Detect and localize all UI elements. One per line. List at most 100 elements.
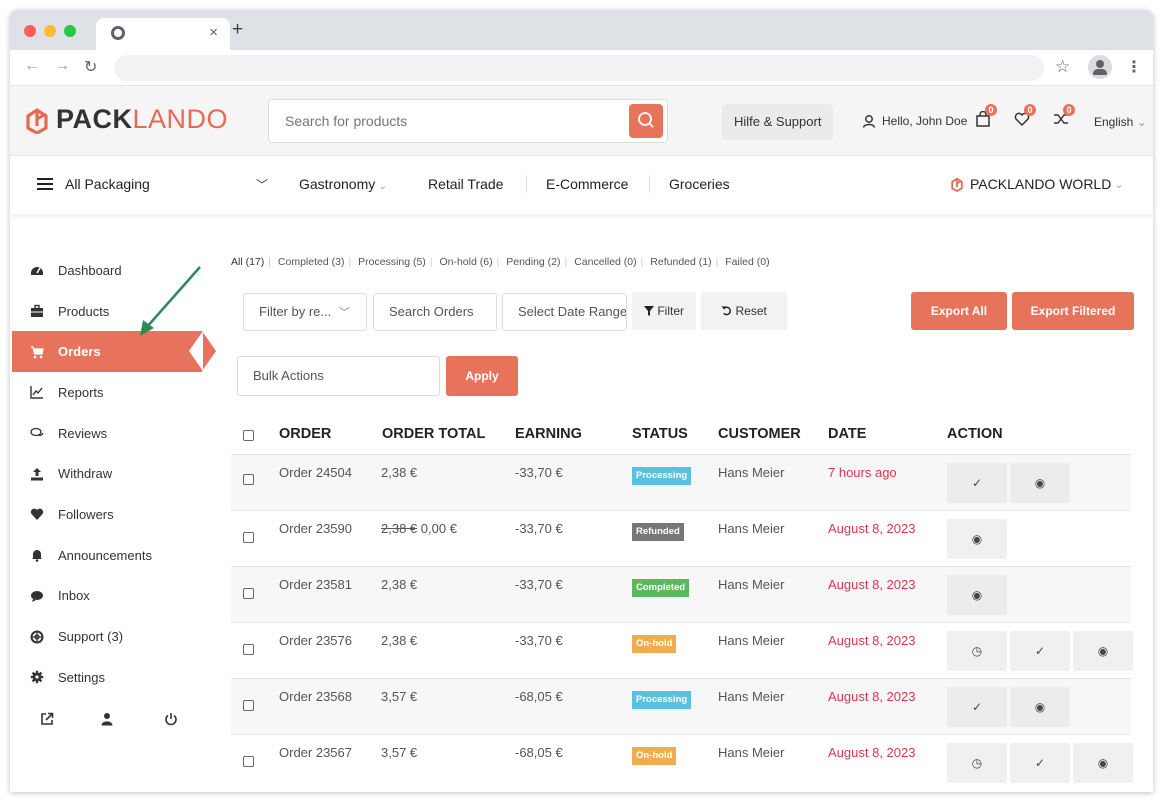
filter-tab-refunded[interactable]: Refunded (1) xyxy=(650,256,711,268)
bookmark-star-icon[interactable]: ☆ xyxy=(1055,57,1070,77)
browser-tab[interactable]: × xyxy=(96,18,230,50)
packlando-world-menu[interactable]: PACKLANDO WORLD ⌄ xyxy=(950,176,1124,192)
check-icon: ✓ xyxy=(971,700,983,714)
user-icon[interactable] xyxy=(100,712,114,730)
filter-tab-all[interactable]: All (17) xyxy=(231,256,264,268)
back-arrow-icon[interactable]: ← xyxy=(24,57,40,75)
column-header-status[interactable]: STATUS xyxy=(632,426,688,442)
hamburger-icon xyxy=(37,178,53,190)
column-header-order[interactable]: ORDER xyxy=(279,426,331,442)
close-window-button[interactable] xyxy=(24,25,36,37)
order-link[interactable]: Order 23590 xyxy=(279,521,352,536)
sidebar-item-withdraw[interactable]: Withdraw xyxy=(12,453,202,494)
row-checkbox[interactable] xyxy=(243,474,254,485)
language-selector[interactable]: English ⌄ xyxy=(1094,115,1147,129)
column-header-earning[interactable]: EARNING xyxy=(515,426,582,442)
nav-item-gastronomy[interactable]: Gastronomy ⌄ xyxy=(299,176,388,192)
profile-icon[interactable] xyxy=(1088,55,1112,79)
order-link[interactable]: Order 23576 xyxy=(279,633,352,648)
reload-icon[interactable]: ↻ xyxy=(84,57,97,77)
order-link[interactable]: Order 24504 xyxy=(279,465,352,480)
sidebar-item-label: Reports xyxy=(58,384,104,400)
processing-order-button[interactable]: ◷ xyxy=(947,743,1007,783)
order-link[interactable]: Order 23567 xyxy=(279,745,352,760)
row-checkbox[interactable] xyxy=(243,644,254,655)
maximize-window-button[interactable] xyxy=(64,25,76,37)
sidebar-item-inbox[interactable]: Inbox xyxy=(12,576,202,617)
earning: -33,70 € xyxy=(515,577,563,592)
clock-icon: ◷ xyxy=(971,644,983,658)
filter-button[interactable]: Filter xyxy=(632,292,696,330)
filter-tab-pending[interactable]: Pending (2) xyxy=(506,256,560,268)
date-range-input[interactable]: Select Date Range xyxy=(502,293,627,331)
column-header-order-total[interactable]: ORDER TOTAL xyxy=(382,426,485,442)
compare-button[interactable]: 0 xyxy=(1053,104,1075,130)
column-header-customer[interactable]: CUSTOMER xyxy=(718,426,801,442)
filter-tab-cancelled[interactable]: Cancelled (0) xyxy=(574,256,636,268)
complete-order-button[interactable]: ✓ xyxy=(947,463,1007,503)
sidebar-item-label: Announcements xyxy=(58,547,152,563)
sidebar-item-reviews[interactable]: Reviews xyxy=(12,413,202,454)
column-header-date[interactable]: DATE xyxy=(828,426,866,442)
row-checkbox[interactable] xyxy=(243,588,254,599)
forward-arrow-icon[interactable]: → xyxy=(54,57,70,75)
browser-menu-icon[interactable]: ⋮ xyxy=(1126,57,1142,77)
external-link-icon[interactable] xyxy=(40,712,54,730)
view-order-button[interactable]: ◉ xyxy=(1010,687,1070,727)
complete-order-button[interactable]: ✓ xyxy=(1010,743,1070,783)
sidebar-item-support[interactable]: Support (3) xyxy=(12,616,202,657)
filter-by-select[interactable]: Filter by re... ﹀ xyxy=(243,293,367,331)
row-checkbox[interactable] xyxy=(243,756,254,767)
cart-button[interactable]: 0 xyxy=(975,104,997,130)
wishlist-button[interactable]: 0 xyxy=(1014,104,1036,130)
complete-order-button[interactable]: ✓ xyxy=(947,687,1007,727)
sidebar-item-announcements[interactable]: Announcements xyxy=(12,535,202,576)
nav-item-groceries[interactable]: Groceries xyxy=(669,176,730,192)
chevron-down-icon: ﹀ xyxy=(338,307,350,319)
help-support-button[interactable]: Hilfe & Support xyxy=(722,104,834,140)
row-checkbox[interactable] xyxy=(243,700,254,711)
url-input[interactable] xyxy=(114,55,1044,81)
annotation-arrow-icon xyxy=(140,266,201,336)
sidebar-item-followers[interactable]: Followers xyxy=(12,494,202,535)
filter-tab-on-hold[interactable]: On-hold (6) xyxy=(439,256,492,268)
tab-close-icon[interactable]: × xyxy=(209,24,218,41)
select-all-checkbox[interactable] xyxy=(243,430,254,441)
bulk-actions-select[interactable]: Bulk Actions xyxy=(237,356,440,396)
processing-order-button[interactable]: ◷ xyxy=(947,631,1007,671)
sidebar-item-reports[interactable]: Reports xyxy=(12,372,202,413)
search-orders-input[interactable]: Search Orders xyxy=(373,293,497,331)
minimize-window-button[interactable] xyxy=(44,25,56,37)
packlando-logo[interactable]: PACKLANDO xyxy=(24,104,228,135)
view-order-button[interactable]: ◉ xyxy=(947,519,1007,559)
view-order-button[interactable]: ◉ xyxy=(1073,743,1133,783)
nav-item-e-commerce[interactable]: E-Commerce xyxy=(546,176,628,192)
row-checkbox[interactable] xyxy=(243,532,254,543)
export-all-button[interactable]: Export All xyxy=(911,292,1007,330)
order-total: 3,57 € xyxy=(381,689,418,704)
order-link[interactable]: Order 23581 xyxy=(279,577,352,592)
apply-button[interactable]: Apply xyxy=(446,356,518,396)
search-button[interactable] xyxy=(629,104,663,138)
reset-button-label: Reset xyxy=(735,304,767,318)
power-icon[interactable] xyxy=(164,712,178,730)
product-search-input[interactable] xyxy=(285,113,605,129)
export-filtered-button[interactable]: Export Filtered xyxy=(1012,292,1134,330)
account-link[interactable]: Hello, John Doe xyxy=(862,114,967,128)
new-tab-icon[interactable]: + xyxy=(232,19,243,41)
filter-tab-processing[interactable]: Processing (5) xyxy=(358,256,426,268)
filter-tab-failed[interactable]: Failed (0) xyxy=(725,256,769,268)
chevron-down-icon[interactable]: ﹀ xyxy=(256,176,268,193)
customer-name: Hans Meier xyxy=(718,633,785,648)
view-order-button[interactable]: ◉ xyxy=(1073,631,1133,671)
all-packaging-menu[interactable]: All Packaging xyxy=(37,176,150,192)
reset-button[interactable]: Reset xyxy=(701,292,787,330)
nav-item-retail-trade[interactable]: Retail Trade xyxy=(428,176,503,192)
order-total-new: 0,00 € xyxy=(420,521,457,536)
filter-tab-completed[interactable]: Completed (3) xyxy=(278,256,345,268)
view-order-button[interactable]: ◉ xyxy=(1010,463,1070,503)
complete-order-button[interactable]: ✓ xyxy=(1010,631,1070,671)
view-order-button[interactable]: ◉ xyxy=(947,575,1007,615)
order-link[interactable]: Order 23568 xyxy=(279,689,352,704)
sidebar-item-settings[interactable]: Settings xyxy=(12,657,202,698)
